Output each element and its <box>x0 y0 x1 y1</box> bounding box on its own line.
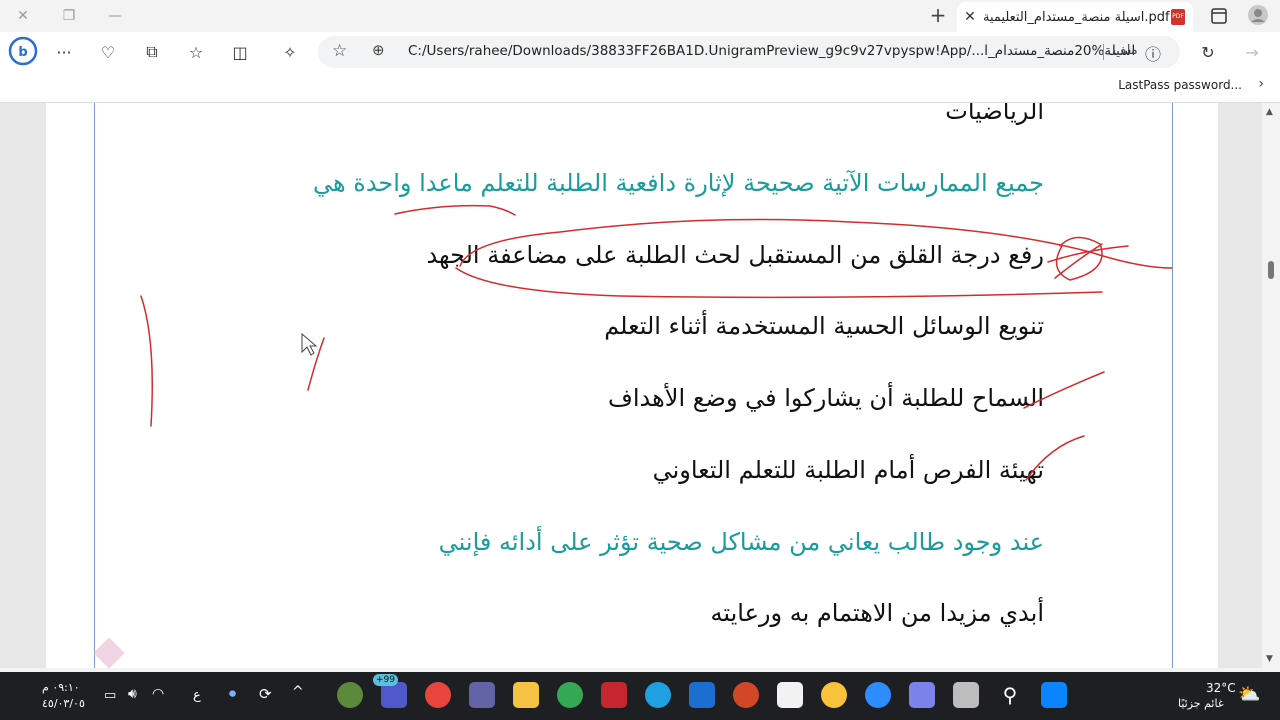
powerpoint-icon[interactable] <box>733 682 759 708</box>
pdf-page: الرياضيات جميع الممارسات الآتية صحيحة لإ… <box>46 103 1218 668</box>
profile-avatar-icon[interactable] <box>1247 4 1269 26</box>
svg-text:b: b <box>18 45 27 60</box>
health-heart-icon[interactable]: ♡ <box>96 40 120 64</box>
favorite-lastpass[interactable]: LastPass password... <box>1118 78 1242 92</box>
chat-icon[interactable] <box>909 682 935 708</box>
taskbar: ٠٩:١٠ م ٤٥/٠٣/٠٥ ▭ 🔊︎ ◠ ع ⏺ ⟳ ^ +99 ⚲ 32… <box>0 672 1280 720</box>
tab-close-icon[interactable]: ✕ <box>957 9 983 25</box>
url-text[interactable]: C:/Users/rahee/Downloads/38833FF26BA1D.U… <box>408 43 1135 59</box>
collections-icon[interactable]: ⧉ <box>140 40 164 64</box>
teams-badge-icon[interactable]: +99 <box>373 674 407 708</box>
wifi-icon[interactable]: ◠ <box>152 686 164 702</box>
answer-option-4: تهيئة الفرص أمام الطلبة للتعلم التعاوني <box>652 456 1044 484</box>
sync-icon[interactable]: ⟳ <box>259 685 272 703</box>
teams-icon[interactable] <box>469 682 495 708</box>
weather-icon[interactable]: ⛅ <box>1238 684 1262 708</box>
chrome-icon-2[interactable] <box>557 682 583 708</box>
mcafee-icon[interactable] <box>601 682 627 708</box>
address-bar[interactable]: ☆ ⊕ C:/Users/rahee/Downloads/38833FF26BA… <box>318 36 1180 68</box>
browser-tab[interactable]: ✕ اسيلة منصة_مستدام_التعليمية.pdf PDF <box>957 2 1193 32</box>
restore-window-icon[interactable]: ❐ <box>46 4 92 28</box>
answer-option-2: تنويع الوسائل الحسية المستخدمة أثناء الت… <box>604 312 1044 340</box>
weather-condition[interactable]: غائم جزئيًا <box>1178 697 1224 710</box>
minimize-window-icon[interactable]: — <box>92 4 138 28</box>
new-tab-button[interactable]: + <box>928 5 948 26</box>
pdf-file-icon: PDF <box>1171 9 1185 25</box>
myhp-icon[interactable] <box>689 682 715 708</box>
notification-badge: +99 <box>373 674 398 686</box>
pdf-viewer: الرياضيات جميع الممارسات الآتية صحيحة لإ… <box>0 103 1262 668</box>
tab-title: اسيلة منصة_مستدام_التعليمية.pdf <box>983 9 1170 25</box>
language-indicator[interactable]: ع <box>193 688 201 703</box>
favorites-icon[interactable]: ☆ <box>184 40 208 64</box>
microphone-icon[interactable]: ⏺ <box>229 686 236 702</box>
info-icon[interactable]: ⓘ <box>1145 41 1161 65</box>
question-2: عند وجود طالب يعاني من مشاكل صحية تؤثر ع… <box>438 528 1044 556</box>
text-line-1: الرياضيات <box>945 103 1044 125</box>
bing-copilot-icon[interactable]: b <box>8 36 38 66</box>
file-explorer-icon[interactable] <box>513 682 539 708</box>
title-bar: ✕ ❐ — + ✕ اسيلة منصة_مستدام_التعليمية.pd… <box>0 0 1280 32</box>
zoom-icon-app[interactable] <box>865 682 891 708</box>
task-view-icon[interactable] <box>953 682 979 708</box>
vertical-scrollbar[interactable]: ▲ ▼ <box>1262 103 1280 668</box>
favorites-bar: LastPass password... › <box>0 72 1280 103</box>
edge-icon[interactable] <box>645 682 671 708</box>
forward-icon[interactable]: → <box>1240 40 1264 64</box>
more-options-icon[interactable]: ··· <box>52 40 76 64</box>
temperature[interactable]: 32°C <box>1206 681 1236 695</box>
answer-option-1: رفع درجة القلق من المستقبل لحث الطلبة عل… <box>426 241 1044 269</box>
refresh-icon[interactable]: ↻ <box>1196 40 1220 64</box>
volume-icon[interactable]: 🔊︎ <box>128 686 137 702</box>
help-icon[interactable] <box>821 682 847 708</box>
search-icon[interactable]: ⚲ <box>997 682 1023 708</box>
split-screen-icon[interactable]: ◫ <box>228 40 252 64</box>
question-1: جميع الممارسات الآتية صحيحة لإثارة دافعي… <box>312 169 1044 197</box>
windows-start-icon[interactable] <box>1041 682 1067 708</box>
clock-date[interactable]: ٤٥/٠٣/٠٥ <box>42 697 85 710</box>
tray-overflow-icon[interactable]: ^ <box>292 684 304 700</box>
scroll-thumb[interactable] <box>1268 261 1274 279</box>
chrome-icon[interactable] <box>425 682 451 708</box>
scroll-up-icon[interactable]: ▲ <box>1266 107 1273 117</box>
file-label: ملف <box>1113 43 1138 58</box>
close-window-icon[interactable]: ✕ <box>0 4 46 28</box>
answer-option-3: السماح للطلبة أن يشاركوا في وضع الأهداف <box>608 384 1044 412</box>
scroll-down-icon[interactable]: ▼ <box>1266 654 1273 664</box>
answer-option-5: أبدي مزيدا من الاهتمام به ورعايته <box>710 599 1045 627</box>
address-separator <box>1103 44 1104 60</box>
zoom-icon[interactable]: ⊕ <box>372 41 385 59</box>
tab-actions-icon[interactable] <box>1209 6 1229 26</box>
battery-icon[interactable]: ▭ <box>104 688 116 703</box>
star-favorite-icon[interactable]: ☆ <box>332 41 347 61</box>
store-icon[interactable] <box>777 682 803 708</box>
clock-time[interactable]: ٠٩:١٠ م <box>42 681 80 694</box>
browser-toolbar: b ··· ♡ ⧉ ☆ ◫ ✧ ☆ ⊕ C:/Users/rahee/Downl… <box>0 32 1280 72</box>
app-icon-1[interactable] <box>337 682 363 708</box>
extensions-icon[interactable]: ✧ <box>278 40 302 64</box>
chevron-right-icon[interactable]: › <box>1258 76 1264 92</box>
